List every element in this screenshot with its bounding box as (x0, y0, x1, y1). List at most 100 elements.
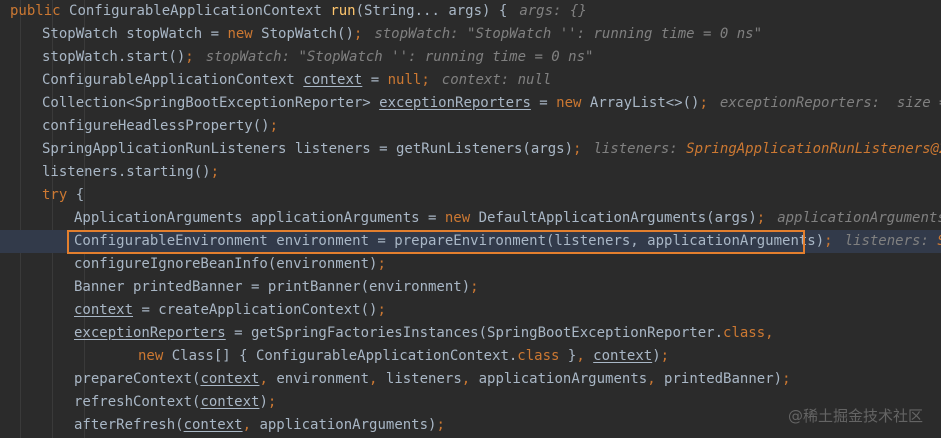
code-token: context (200, 394, 260, 410)
code-token: class (517, 348, 568, 364)
code-token: ; (782, 371, 791, 387)
current-execution-line[interactable]: ConfigurableEnvironment environment = pr… (0, 230, 941, 253)
code-token: context (303, 72, 363, 88)
code-token: ; (377, 256, 386, 272)
code-token: , (369, 371, 386, 387)
code-token: , (576, 348, 594, 364)
code-token: ; (699, 95, 708, 111)
code-line[interactable]: configureHeadlessProperty(); (0, 115, 941, 138)
code-token: ; (353, 26, 363, 42)
code-token: StopWatch() (261, 26, 354, 42)
code-token: ConfigurableApplicationContext (69, 3, 331, 19)
code-token: , (259, 371, 277, 387)
code-token: ; (470, 279, 479, 295)
code-token: ConfigurableApplicationContext (42, 72, 304, 88)
code-line[interactable]: listeners.starting(); (0, 161, 941, 184)
code-token: , (765, 325, 774, 341)
code-token: ) (652, 348, 661, 364)
code-token: ApplicationArguments applicationArgument… (74, 210, 445, 226)
code-line[interactable]: prepareContext(context, environment, lis… (0, 368, 941, 391)
code-token: listeners.starting() (42, 164, 211, 180)
code-line[interactable]: exceptionReporters = getSpringFactoriesI… (0, 322, 941, 345)
inline-debug-value: SpringApplicationRunListeners@2859 (686, 141, 941, 157)
inline-debug-value: listeners: (593, 141, 687, 157)
code-token: environment (276, 371, 370, 387)
code-token: context (74, 302, 134, 318)
code-line[interactable]: stopWatch.start(); stopWatch: "StopWatch … (0, 46, 941, 69)
code-line[interactable]: ApplicationArguments applicationArgument… (0, 207, 941, 230)
code-line[interactable]: context = createApplicationContext(); (0, 299, 941, 322)
code-token: context (200, 371, 260, 387)
inline-debug-value: context: null (441, 72, 552, 88)
code-token: ; (269, 118, 279, 134)
code-token: StopWatch stopWatch = (42, 26, 228, 42)
code-token: = (362, 72, 388, 88)
code-line[interactable]: new Class[] { ConfigurableApplicationCon… (0, 345, 941, 368)
code-token: , (242, 417, 260, 433)
code-token: { (75, 187, 85, 203)
code-token: run (330, 3, 356, 19)
code-token: DefaultApplicationArguments(args) (478, 210, 757, 226)
inline-debug-value: listeners: (844, 233, 938, 249)
code-token: configureIgnoreBeanInfo(environment) (74, 256, 378, 272)
code-line[interactable]: ConfigurableApplicationContext context =… (0, 69, 941, 92)
code-line[interactable]: public ConfigurableApplicationContext ru… (0, 0, 941, 23)
code-token: ; (756, 210, 766, 226)
code-token: ) (259, 394, 268, 410)
code-token: null (387, 72, 422, 88)
code-token: listeners (385, 371, 462, 387)
code-token: Collection<SpringBootExceptionReporter> (42, 95, 380, 111)
code-token: exceptionReporters (74, 325, 226, 341)
code-token: , (647, 371, 665, 387)
code-token: new (138, 348, 172, 364)
code-token: Class[] { ConfigurableApplicationContext… (171, 348, 518, 364)
code-line[interactable]: SpringApplicationRunListeners listeners … (0, 138, 941, 161)
code-token: afterRefresh( (74, 417, 184, 433)
code-token: ; (436, 417, 445, 433)
code-token: try (42, 187, 76, 203)
code-token: ; (660, 348, 670, 364)
code-editor[interactable]: public ConfigurableApplicationContext ru… (0, 0, 941, 438)
code-token: printedBanner) (664, 371, 783, 387)
code-token: exceptionReporters (379, 95, 531, 111)
code-token: , (461, 371, 479, 387)
inline-debug-value: exceptionReporters: size = 0 (719, 95, 941, 111)
code-token: = getSpringFactoriesInstances(SpringBoot… (225, 325, 724, 341)
code-token: ArrayList<>() (589, 95, 700, 111)
code-token: class (723, 325, 766, 341)
code-token: new (227, 26, 262, 42)
watermark: @稀土掘金技术社区 (787, 407, 923, 425)
code-token: applicationArguments (478, 371, 648, 387)
code-line[interactable]: configureIgnoreBeanInfo(environment); (0, 253, 941, 276)
code-token: refreshContext( (74, 394, 201, 410)
code-token: configureHeadlessProperty() (42, 118, 270, 134)
code-token: ; (824, 233, 833, 249)
code-token: ; (377, 302, 386, 318)
inline-debug-value: applicationArguments: (777, 210, 941, 226)
code-line[interactable]: Collection<SpringBootExceptionReporter> … (0, 92, 941, 115)
code-line[interactable]: Banner printedBanner = printBanner(envir… (0, 276, 941, 299)
code-token: new (556, 95, 590, 111)
code-token: ; (573, 141, 582, 157)
code-token: ; (421, 72, 430, 88)
code-token: (String... args) { (355, 3, 508, 19)
code-token: ConfigurableEnvironment environment = pr… (74, 233, 825, 249)
code-token: = (530, 95, 557, 111)
code-token: new (444, 210, 479, 226)
code-token: context (183, 417, 243, 433)
code-line[interactable]: StopWatch stopWatch = new StopWatch(); st… (0, 23, 941, 46)
code-token: ; (267, 394, 277, 410)
code-token: prepareContext( (74, 371, 201, 387)
code-token: ; (185, 49, 194, 65)
inline-debug-value: stopWatch: "StopWatch '': running time =… (374, 26, 763, 42)
code-token: = createApplicationContext() (133, 302, 378, 318)
code-token: applicationArguments) (259, 417, 437, 433)
code-token: context (593, 348, 653, 364)
inline-debug-value: args: {} (519, 3, 587, 19)
code-token: public (10, 3, 70, 19)
code-token: SpringApplicationRunListeners listeners … (42, 141, 574, 157)
inline-debug-value: Spring (937, 233, 941, 249)
code-line[interactable]: try { (0, 184, 941, 207)
inline-debug-value: stopWatch: "StopWatch '': running time =… (205, 49, 594, 65)
code-token: stopWatch.start() (42, 49, 186, 65)
